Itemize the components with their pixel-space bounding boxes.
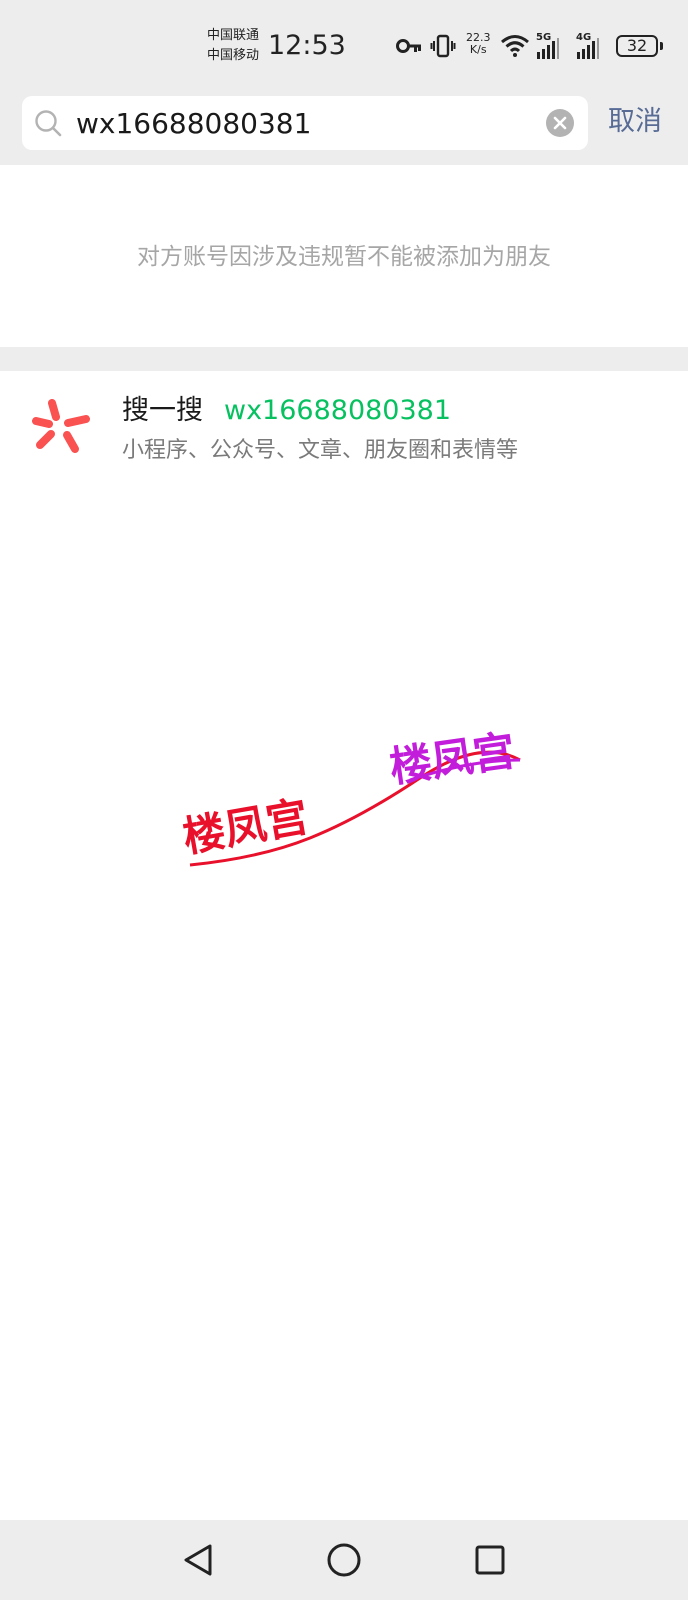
search-icon: [34, 109, 62, 141]
carrier-1: 中国联通: [207, 28, 260, 43]
sou-yi-sou-icon: [32, 399, 90, 461]
key-icon: [396, 36, 422, 60]
restriction-notice: 对方账号因涉及违规暂不能被添加为朋友: [0, 165, 688, 347]
status-bar: 中国联通 中国移动 12:53 22.3 K/s 5G 4G 32: [0, 0, 688, 92]
section-divider: [0, 347, 688, 371]
battery-tip: [660, 42, 663, 50]
net-speed: 22.3 K/s: [466, 31, 491, 56]
watermark-text-right: 楼凤宫: [387, 726, 519, 792]
sou-yi-sou-keyword: wx16688080381: [224, 395, 452, 426]
watermark-logo: 楼凤宫 楼凤宫: [179, 710, 530, 874]
watermark-text-left: 楼凤宫: [180, 792, 312, 862]
battery-icon: 32: [616, 35, 658, 57]
carrier-names: 中国联通 中国移动: [207, 26, 259, 66]
cancel-button[interactable]: 取消: [608, 102, 662, 142]
wifi-icon: [500, 34, 530, 62]
sou-yi-sou-subtitle: 小程序、公众号、文章、朋友圈和表情等: [122, 438, 519, 463]
search-header: 取消: [0, 92, 688, 165]
sou-yi-sou-item[interactable]: 搜一搜 wx16688080381 小程序、公众号、文章、朋友圈和表情等: [0, 371, 688, 483]
search-box[interactable]: [22, 96, 588, 150]
clear-icon[interactable]: [546, 109, 574, 137]
recents-button[interactable]: [450, 1520, 530, 1600]
carrier-2: 中国移动: [207, 48, 260, 63]
sou-yi-sou-title: 搜一搜: [122, 395, 203, 426]
signal-icon: [536, 38, 560, 64]
status-time: 12:53: [268, 30, 346, 61]
notice-text: 对方账号因涉及违规暂不能被添加为朋友: [137, 244, 551, 270]
status-icons: 22.3 K/s 5G 4G 32: [396, 30, 676, 64]
search-input[interactable]: [76, 96, 556, 150]
back-button[interactable]: [158, 1520, 238, 1600]
signal-icon: [576, 38, 600, 64]
navigation-bar: [0, 1520, 688, 1600]
vibrate-icon: [430, 33, 456, 63]
home-button[interactable]: [304, 1520, 384, 1600]
